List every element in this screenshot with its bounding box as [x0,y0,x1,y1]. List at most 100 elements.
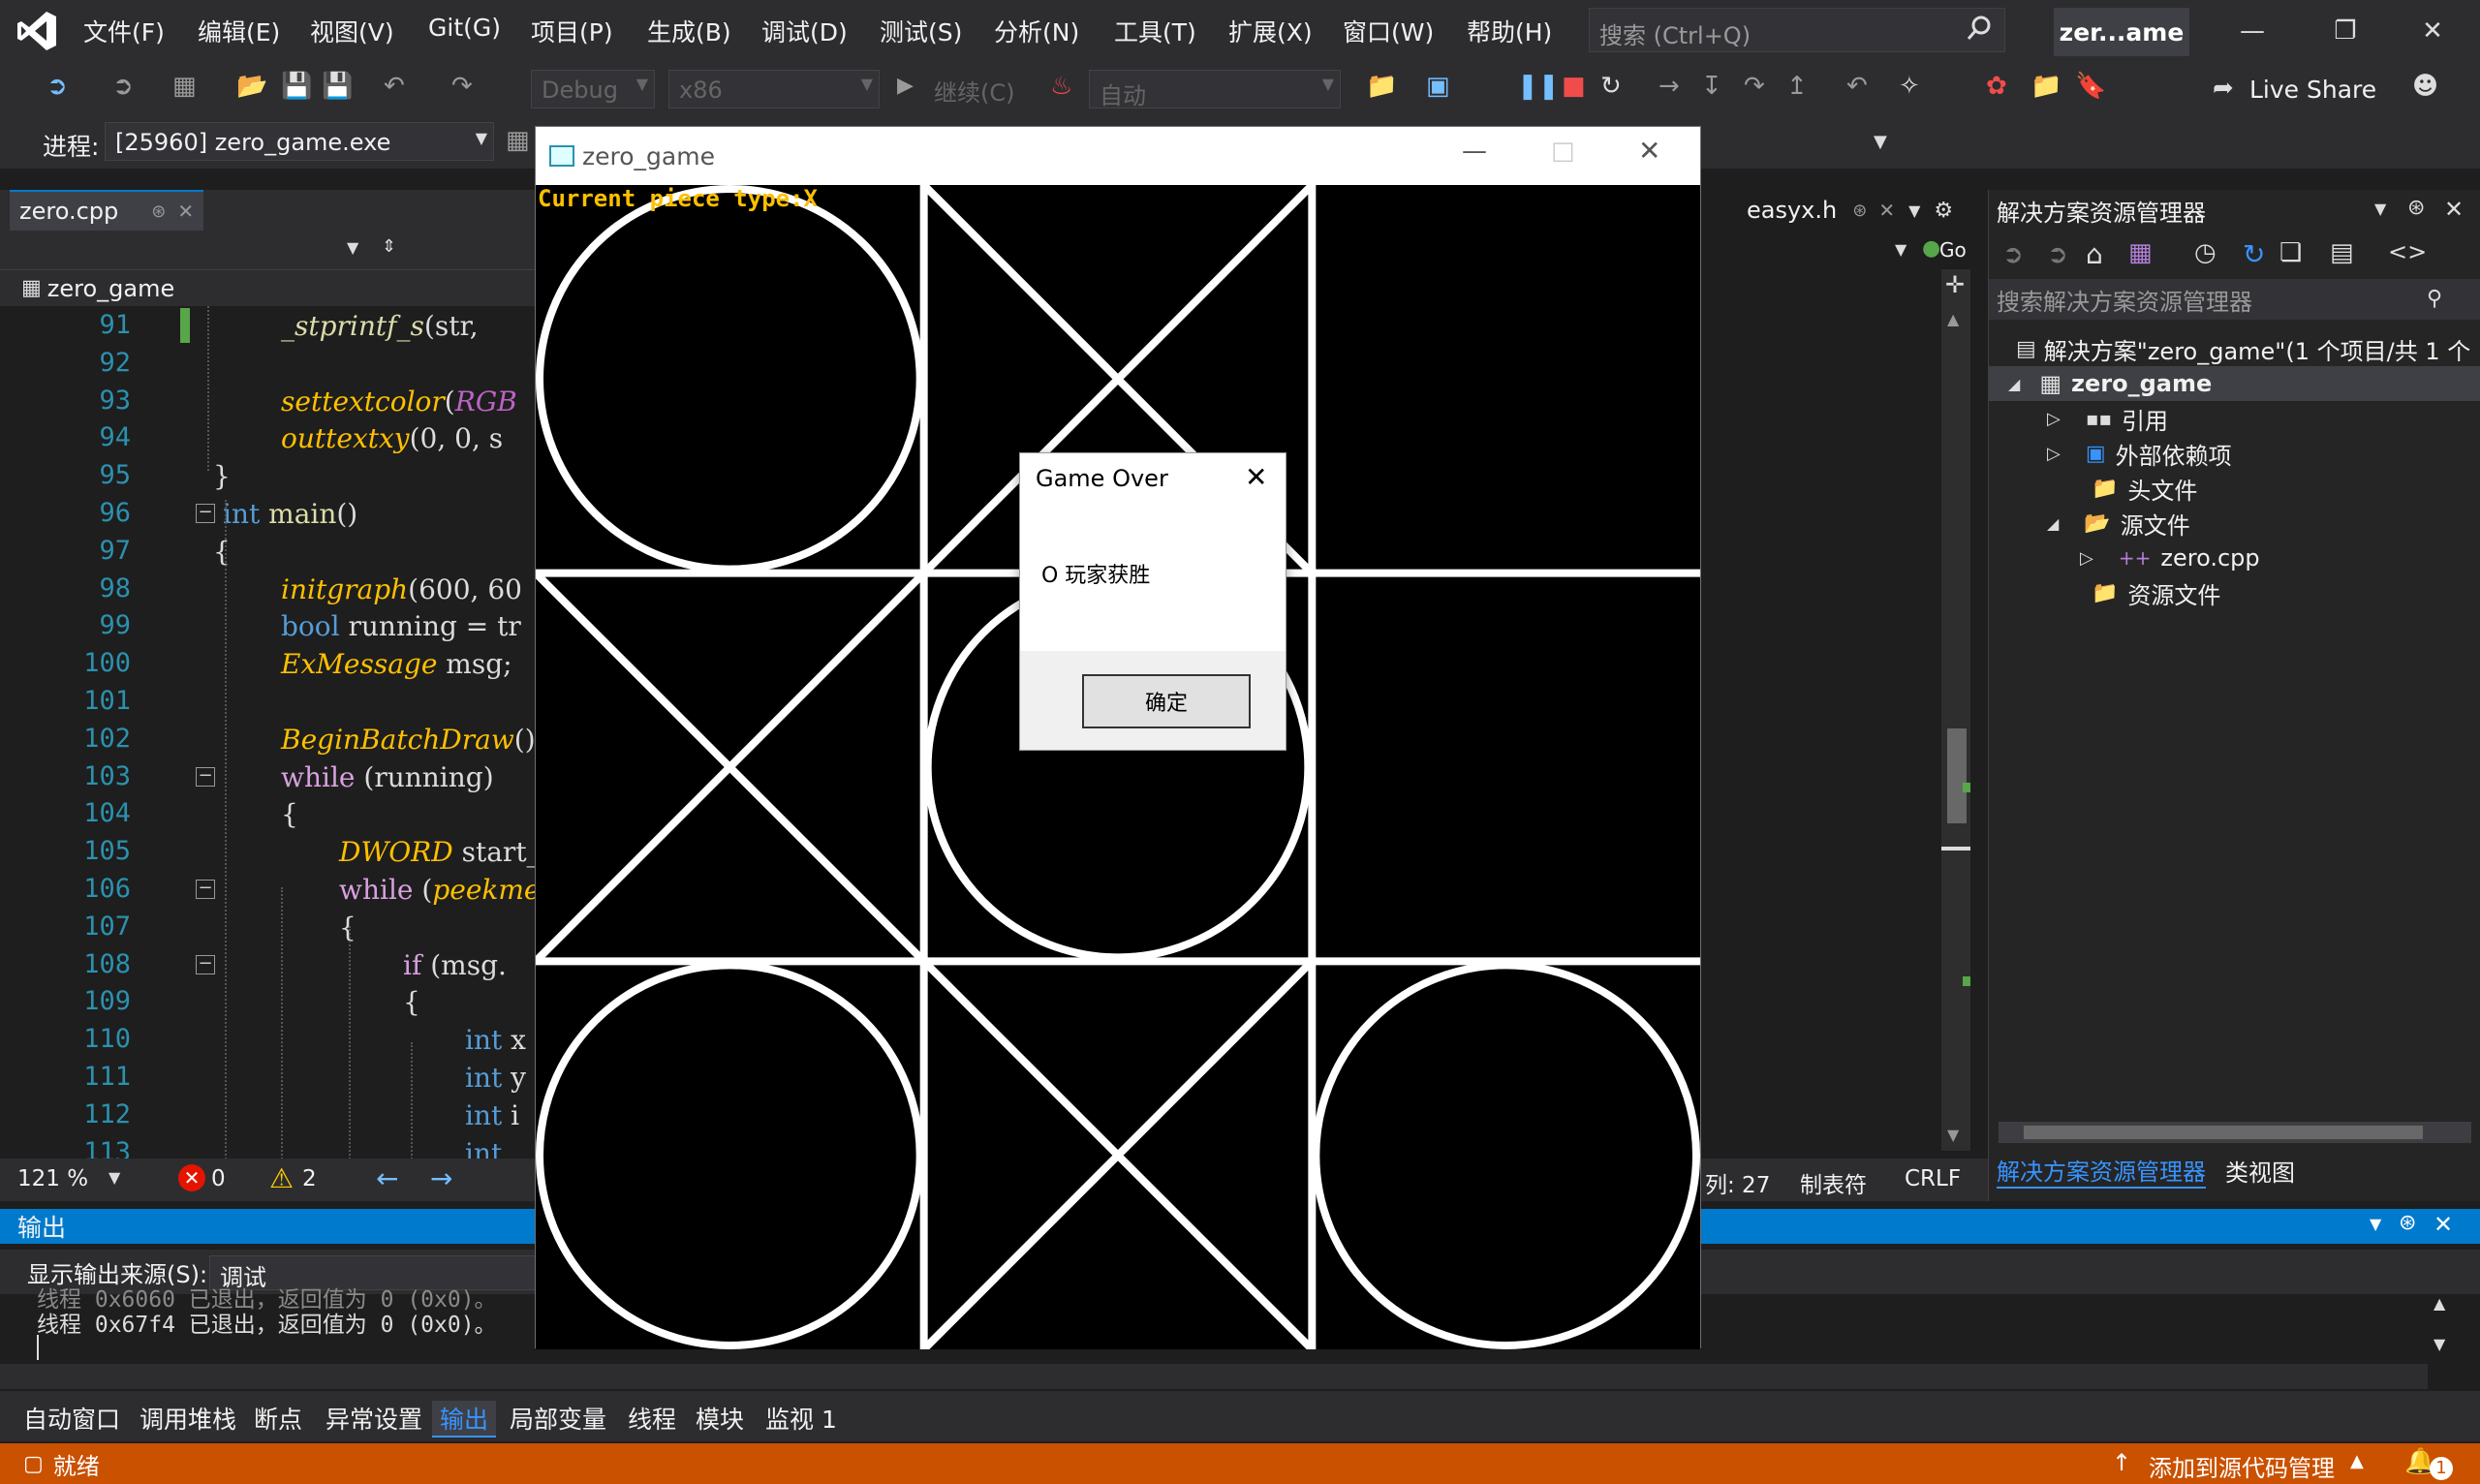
back-icon[interactable]: ➲ [2002,240,2024,269]
step-into-icon[interactable]: ↧ [1701,72,1722,101]
forward-icon[interactable]: ➲ [112,72,134,101]
game-board[interactable] [533,182,1701,1352]
tab-close-icon[interactable]: ✕ [177,200,194,223]
pending-changes-icon[interactable]: ◷ [2194,238,2216,267]
fold-toggle-icon[interactable]: − [196,880,215,899]
tree-item-references[interactable]: ▷ ▪▪ 引用 [2047,401,2168,436]
zoom-dropdown-icon[interactable]: ▼ [108,1168,120,1187]
menu-item[interactable]: 窗口(W) [1343,14,1434,48]
collapsed-icon[interactable]: ▷ [2080,548,2093,569]
fold-toggle-icon[interactable]: − [196,766,215,787]
toolbar-overflow-icon[interactable]: ▼ [1874,132,1887,152]
bottom-tab[interactable]: 调用堆栈 [140,1401,236,1436]
save-icon[interactable]: 💾 [281,72,312,101]
expanded-icon[interactable]: ◢ [2008,375,2020,393]
tab-easyx-h[interactable]: easyx.h ⊛ ✕ ▼ ⚙ [1700,190,1962,231]
tree-item-header-files[interactable]: 📁 头文件 [2092,471,2197,506]
ok-button[interactable]: 确定 [1082,674,1251,728]
back-icon[interactable]: ➲ [46,72,68,101]
continue-button[interactable]: 继续(C) [934,74,1014,108]
bottom-tab[interactable]: 局部变量 [510,1401,606,1436]
tree-item-source-files[interactable]: ◢ 📂 源文件 [2047,506,2190,541]
menu-item[interactable]: 项目(P) [531,14,613,48]
forward-icon[interactable]: ➲ [2047,240,2068,269]
close-icon[interactable]: ✕ [2434,1211,2453,1238]
close-icon[interactable]: ✕ [2408,10,2457,52]
scroll-thumb[interactable] [1947,728,1967,823]
window-options-icon[interactable]: ▼ [2374,200,2386,218]
menu-item[interactable]: 扩展(X) [1228,14,1313,48]
pin-icon[interactable]: ⊛ [2407,196,2425,220]
code-editor[interactable]: 91 _stprintf_s(str, 92 93 settextcolor(RGB 9… [0,306,551,1178]
expanded-icon[interactable]: ◢ [2047,514,2059,533]
minimize-icon[interactable]: — [1462,137,1487,166]
horizontal-scrollbar[interactable] [1999,1122,2471,1143]
undo-icon[interactable]: ↶ [384,72,405,101]
game-canvas[interactable]: Current piece type:X [533,182,1701,1352]
bottom-tab[interactable]: 监视 1 [765,1401,837,1436]
sync-icon[interactable]: ↻ [2243,238,2265,270]
live-share-icon[interactable]: ➦ [2213,74,2234,103]
scroll-up-icon[interactable]: ▲ [1947,310,1959,328]
find-in-files-icon[interactable]: 📁 [1366,72,1397,101]
undo-step-icon[interactable]: ↶ [1846,72,1868,101]
menu-item[interactable]: 工具(T) [1114,14,1196,48]
menu-item[interactable]: 文件(F) [83,14,165,48]
bookmark-icon[interactable]: 🔖 [2075,72,2106,101]
scope-bar[interactable]: ▦ zero_game [0,269,542,306]
member-dropdown-icon[interactable]: ▼ [1895,240,1906,259]
new-project-icon[interactable]: ▦ [172,72,197,101]
tab-mode[interactable]: 制表符 [1800,1166,1867,1199]
tree-item-resource-files[interactable]: 📁 资源文件 [2092,575,2220,610]
notification-count[interactable]: 1 [2430,1457,2453,1480]
menu-item[interactable]: 分析(N) [994,14,1079,48]
nav-go[interactable]: ▼ ● Go [1895,236,1972,265]
nav-dropdown-icon[interactable]: ▼ [347,238,358,257]
step-out-icon[interactable]: ↥ [1786,72,1808,101]
add-to-source-control[interactable]: 添加到源代码管理 [2149,1449,2335,1483]
tab-list-dropdown-icon[interactable]: ▼ [1908,201,1920,220]
warning-icon[interactable]: ⚠ [269,1162,294,1194]
extension-icon[interactable]: ✿ [1986,72,2007,101]
tab-class-view[interactable]: 类视图 [2225,1154,2295,1188]
tab-close-icon[interactable]: ✕ [1878,199,1895,222]
solution-name-badge[interactable]: zer...ame [2054,8,2189,56]
source-control-icon[interactable]: ↑ [2112,1449,2131,1476]
close-icon[interactable]: ✕ [2444,196,2464,223]
solution-node[interactable]: ▤ 解决方案"zero_game"(1 个项目/共 1 个 [2016,331,2470,366]
config-select[interactable]: Debug ▼ [531,70,655,108]
show-all-files-icon[interactable]: ▤ [2330,238,2354,267]
prev-issue-icon[interactable]: ← [376,1162,398,1194]
bottom-tab[interactable]: 异常设置 [326,1401,422,1436]
live-share-button[interactable]: Live Share [2249,76,2376,104]
column-indicator[interactable]: 列: 27 [1705,1166,1770,1199]
solution-search-input[interactable]: 搜索解决方案资源管理器 ⚲ [1989,279,2480,320]
continue-icon[interactable]: ▶ [897,74,914,98]
process-select[interactable]: [25960] zero_game.exe ▼ [105,122,494,161]
menu-item[interactable]: Git(G) [428,14,501,42]
stop-icon[interactable]: ■ [1562,72,1586,101]
scroll-down-icon[interactable]: ▼ [2434,1335,2445,1353]
fold-toggle-icon[interactable]: − [196,504,215,523]
menu-item[interactable]: 编辑(E) [198,14,280,48]
tree-item-zero-cpp[interactable]: ▷ ++ zero.cpp [2080,541,2260,575]
collapsed-icon[interactable]: ▷ [2047,409,2061,429]
search-input[interactable]: 搜索 (Ctrl+Q) [1589,8,2005,52]
menu-item[interactable]: 生成(B) [647,14,731,48]
scroll-thumb[interactable] [2024,1126,2423,1139]
tab-zero-cpp[interactable]: zero.cpp ⊛ ✕ [10,190,203,231]
zoom-level[interactable]: 121 % [17,1166,88,1191]
error-icon[interactable]: ✕ [178,1164,205,1191]
menu-item[interactable]: 视图(V) [310,14,394,48]
tab-solution-explorer[interactable]: 解决方案资源管理器 [1997,1153,2206,1189]
bottom-tab[interactable]: 线程 [628,1401,676,1436]
code-view-icon[interactable]: <> [2388,238,2427,265]
scroll-up-icon[interactable]: ▲ [2434,1294,2445,1313]
hot-reload-icon[interactable]: ♨ [1050,72,1072,101]
folder-icon[interactable]: 📁 [2030,72,2062,101]
warning-count[interactable]: 2 [302,1166,317,1191]
pin-icon[interactable]: ⊛ [2399,1211,2416,1235]
output-scrollbar[interactable]: ▲ ▼ [2428,1294,2457,1364]
menu-item[interactable]: 帮助(H) [1467,14,1552,48]
close-icon[interactable]: ✕ [1638,135,1660,167]
